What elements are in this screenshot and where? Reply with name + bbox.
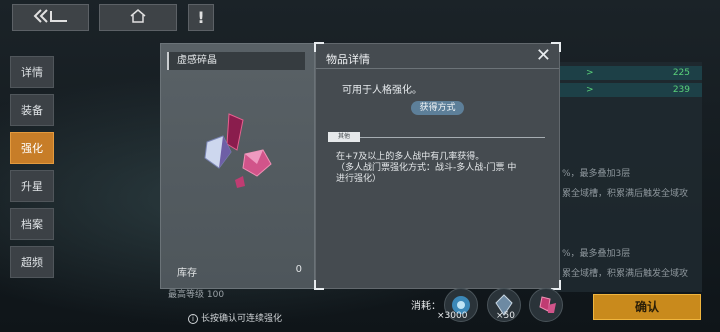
crystal-shard-icon (539, 296, 556, 313)
skill-text: %，最多叠加3层 (562, 249, 631, 259)
menu-item-star-up[interactable]: 升星 (10, 170, 54, 202)
menu-item-details[interactable]: 详情 (10, 56, 54, 88)
corner-bracket (551, 42, 561, 52)
stock-label: 库存 (177, 268, 197, 279)
max-level-label: 最高等级 100 (168, 290, 225, 300)
stat-row: > 239 (556, 83, 702, 97)
obtain-method-button[interactable]: 获得方式 (411, 101, 464, 115)
cost-count: ×50 (496, 311, 515, 321)
cost-item-shard[interactable] (529, 288, 563, 322)
item-card: 虚感碎晶 库存 0 (160, 43, 315, 289)
item-description: 可用于人格强化。 (342, 85, 422, 96)
detail-title: 物品详情 (326, 53, 370, 66)
stock-value: 0 (295, 264, 302, 275)
home-button[interactable] (99, 4, 177, 31)
crystal-shard-icon (204, 113, 272, 188)
alert-button[interactable]: ! (188, 4, 214, 31)
double-chevron-left-icon (31, 8, 71, 28)
corner-bracket (314, 280, 324, 290)
skill-text: 累全域槽，积累满后触发全域攻 (562, 269, 689, 279)
menu-item-enhance[interactable]: 强化 (10, 132, 54, 164)
other-tag: 其他 (328, 132, 360, 142)
corner-bracket (314, 42, 324, 52)
alert-icon: ! (197, 8, 205, 27)
menu-item-archive[interactable]: 档案 (10, 208, 54, 240)
confirm-button[interactable]: 确认 (593, 294, 701, 320)
skill-text: %，最多叠加3层 (562, 169, 631, 179)
stat-row: > 225 (556, 66, 702, 80)
side-menu: 详情 装备 强化 升星 档案 超频 (10, 56, 54, 284)
cost-count: ×3000 (437, 311, 468, 321)
cost-label: 消耗： (411, 301, 441, 312)
item-name: 虚感碎晶 (167, 52, 305, 70)
back-button[interactable] (12, 4, 89, 31)
info-icon: i (188, 314, 198, 324)
close-icon[interactable]: ✕ (536, 47, 551, 65)
skill-text: 累全域槽，积累满后触发全域攻 (562, 189, 689, 199)
other-info: 在+7及以上的多人战中有几率获得。 （多人战门票强化方式：战斗-多人战-门票 中… (336, 152, 517, 184)
item-detail-panel: 物品详情 ✕ 可用于人格强化。 获得方式 其他 在+7及以上的多人战中有几率获得… (314, 42, 561, 290)
hold-hint: i 长按确认可连续强化 (188, 311, 282, 324)
home-icon (129, 8, 147, 28)
menu-item-equipment[interactable]: 装备 (10, 94, 54, 126)
divider (316, 68, 559, 69)
divider (360, 137, 545, 138)
menu-item-overclock[interactable]: 超频 (10, 246, 54, 278)
